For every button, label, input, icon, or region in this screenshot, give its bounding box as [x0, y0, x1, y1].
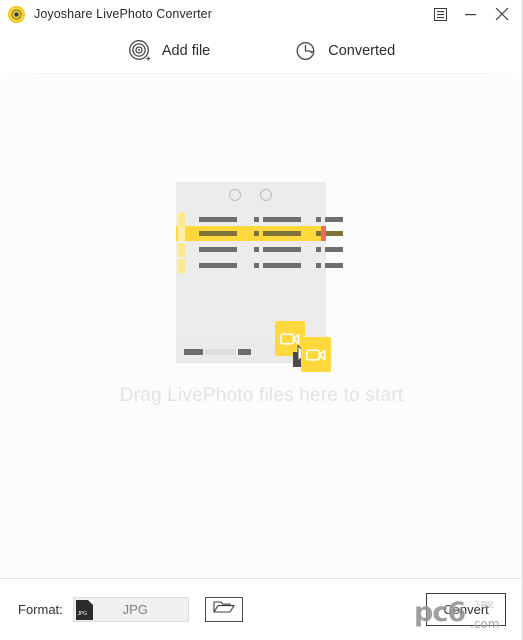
- add-file-label: Add file: [161, 43, 211, 59]
- window-controls: [425, 0, 522, 28]
- illustration-circle: [260, 189, 272, 201]
- jpg-file-icon: JPG: [75, 599, 93, 620]
- menu-icon[interactable]: [425, 0, 455, 28]
- close-icon[interactable]: [485, 0, 522, 28]
- bottom-bar: Format: JPG JPG Convert: [0, 579, 522, 640]
- history-clock-icon: [294, 39, 318, 63]
- drag-drop-illustration: [176, 182, 343, 372]
- output-folder-button[interactable]: [204, 597, 243, 622]
- app-logo-icon: [8, 5, 25, 23]
- minimize-icon[interactable]: [455, 0, 485, 28]
- illustration-list-row: [176, 243, 343, 257]
- format-select[interactable]: JPG JPG: [72, 597, 189, 622]
- illustration-status-marker: [321, 226, 326, 241]
- video-file-card: [301, 337, 331, 372]
- convert-button[interactable]: Convert: [426, 593, 506, 626]
- converted-label: Converted: [328, 43, 396, 59]
- add-file-icon: [128, 39, 152, 63]
- illustration-list-row-highlighted: [176, 226, 343, 241]
- format-selected-value: JPG: [122, 602, 148, 617]
- folder-open-icon: [213, 599, 235, 620]
- video-camera-icon: [280, 333, 300, 345]
- main-toolbar: Add file Converted: [0, 28, 522, 74]
- illustration-list-row: [176, 213, 343, 227]
- window-title: Joyoshare LivePhoto Converter: [34, 7, 212, 21]
- drop-hint-text: Drag LivePhoto files here to start: [119, 385, 404, 406]
- add-file-button[interactable]: Add file: [122, 35, 216, 67]
- app-window: Joyoshare LivePhoto Converter Add file C…: [0, 0, 523, 640]
- illustration-list-row: [176, 259, 343, 273]
- title-bar: Joyoshare LivePhoto Converter: [0, 0, 522, 28]
- converted-button[interactable]: Converted: [288, 35, 401, 67]
- format-label: Format:: [18, 602, 63, 617]
- illustration-circle: [229, 189, 241, 201]
- drop-zone[interactable]: Drag LivePhoto files here to start: [0, 74, 522, 578]
- jpg-file-icon-label: JPG: [77, 610, 87, 617]
- video-camera-icon: [306, 349, 326, 361]
